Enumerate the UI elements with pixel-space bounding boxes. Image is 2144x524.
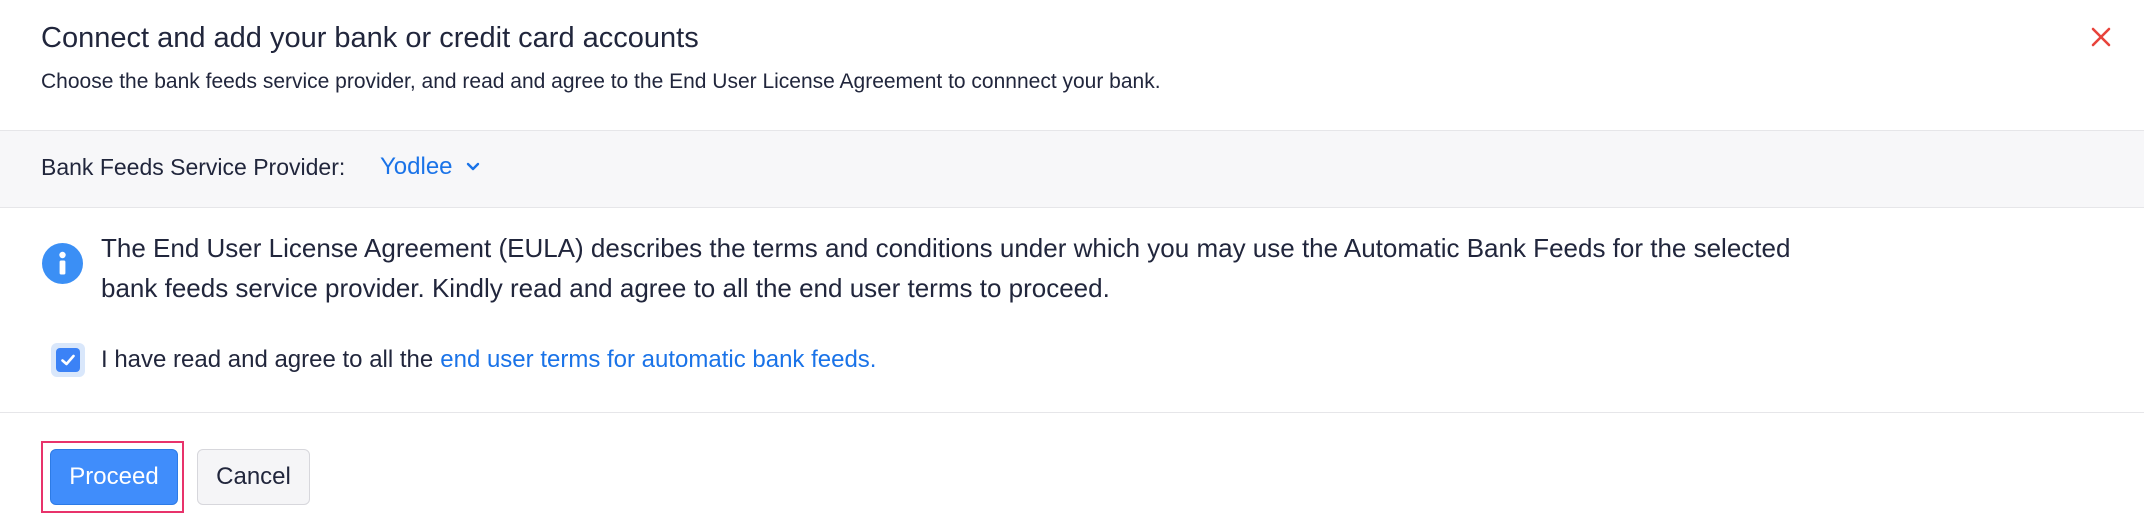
cancel-button[interactable]: Cancel: [197, 449, 310, 505]
footer-divider: [0, 412, 2144, 413]
dialog-header: Connect and add your bank or credit card…: [0, 0, 2144, 131]
provider-label: Bank Feeds Service Provider:: [41, 154, 346, 180]
info-icon: [42, 243, 83, 284]
agreement-text: I have read and agree to all the: [101, 346, 434, 373]
dialog-title: Connect and add your bank or credit card…: [41, 22, 699, 54]
checkmark-icon: [61, 354, 75, 366]
provider-bar: Bank Feeds Service Provider: Yodlee: [0, 131, 2144, 208]
close-icon: [2091, 27, 2111, 47]
checkbox-box: [56, 348, 80, 372]
dialog-subtitle: Choose the bank feeds service provider, …: [41, 70, 1161, 93]
provider-selected-value: Yodlee: [380, 153, 453, 180]
eula-terms-link[interactable]: end user terms for automatic bank feeds.: [440, 346, 876, 374]
agreement-row: I have read and agree to all the end use…: [51, 343, 876, 377]
chevron-down-icon: [466, 162, 479, 171]
proceed-button[interactable]: Proceed: [50, 449, 178, 505]
provider-dropdown[interactable]: Yodlee: [380, 153, 481, 181]
agree-checkbox[interactable]: [51, 343, 85, 377]
close-button[interactable]: [2086, 22, 2116, 52]
eula-description: The End User License Agreement (EULA) de…: [101, 233, 1791, 303]
